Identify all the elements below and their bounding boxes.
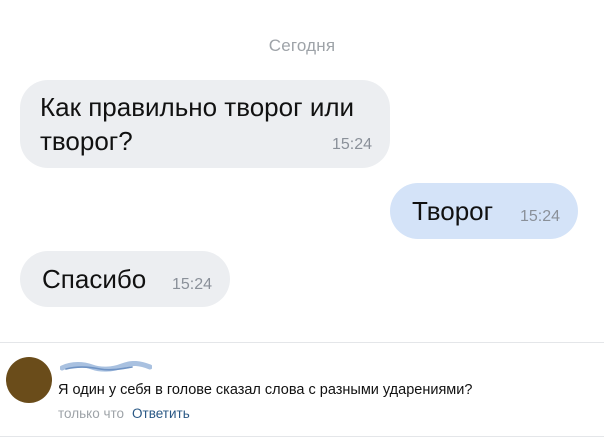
outgoing-message-bubble[interactable]: Творог 15:24 [390,183,578,239]
incoming-message-bubble[interactable]: Спасибо 15:24 [20,251,230,307]
message-time: 15:24 [171,276,212,293]
comment-meta: только что Ответить [58,406,190,421]
section-divider [0,342,604,343]
comment-text: Я один у себя в голове сказал слова с ра… [58,382,473,398]
author-name-obscured[interactable] [60,361,152,373]
date-separator: Сегодня [268,36,336,55]
incoming-message-bubble[interactable]: Как правильно творог или творог? 15:24 [20,80,390,168]
message-time: 15:24 [331,136,372,153]
message-time: 15:24 [519,208,560,225]
section-divider [0,436,604,437]
comment-time: только что [58,406,125,421]
message-text: Как правильно творог или творог? [40,92,355,156]
reply-link[interactable]: Ответить [132,406,190,421]
avatar[interactable] [6,357,52,403]
